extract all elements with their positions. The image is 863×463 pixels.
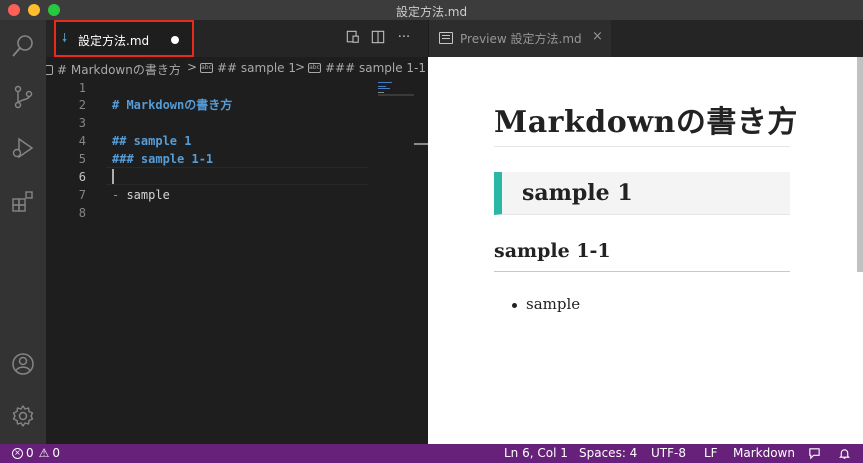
language-mode[interactable]: Markdown: [733, 446, 795, 461]
error-count: 0: [26, 446, 34, 460]
preview-heading-1: Markdownの書き方: [494, 105, 798, 140]
code-text: # Markdownの書き方: [112, 98, 233, 112]
code-line: 5 ### sample 1-1: [46, 150, 376, 168]
symbol-icon: abc: [308, 63, 321, 73]
settings-gear-icon[interactable]: [9, 402, 37, 430]
minimap[interactable]: [376, 79, 416, 109]
markdown-arrow-icon: 🠗: [62, 31, 68, 45]
code-editor[interactable]: 1 2 # Markdownの書き方 3 4 ## sample 1 5 ###…: [46, 79, 428, 444]
breadcrumb-item-h3[interactable]: abc ### sample 1-1: [308, 61, 426, 75]
preview-tab-label: Preview 設定方法.md: [460, 32, 582, 46]
code-text: - sample: [112, 186, 170, 204]
markdown-preview: Markdownの書き方 sample 1 sample 1-1 sample: [428, 57, 863, 444]
unsaved-dot-icon[interactable]: [171, 36, 179, 44]
code-line: 4 ## sample 1: [46, 132, 376, 150]
run-debug-icon[interactable]: [9, 134, 37, 162]
indentation-setting[interactable]: Spaces: 4: [579, 446, 637, 461]
heading-3-divider: [494, 271, 790, 272]
editor-tab-bar: 🠗 設定方法.md ···: [46, 20, 428, 57]
eol-setting[interactable]: LF: [704, 446, 718, 461]
line-number: 2: [78, 98, 86, 112]
vscode-window: 設定方法.md 🠗 設定方法.md ··· # Markdownの書き方 > a…: [0, 0, 863, 463]
status-bar: × 0 ⚠ 0 Ln 6, Col 1 Spaces: 4 UTF-8 LF M…: [0, 444, 863, 463]
heading-1-divider: [494, 146, 790, 147]
split-editor-icon[interactable]: [370, 30, 386, 46]
breadcrumb-item-h2[interactable]: abc ## sample 1: [200, 61, 296, 75]
error-icon: ×: [12, 448, 23, 459]
code-text: ### sample 1-1: [112, 152, 214, 166]
line-number: 1: [78, 81, 86, 95]
close-icon[interactable]: ×: [592, 29, 603, 44]
preview-heading-2: sample 1: [522, 180, 633, 206]
extensions-icon[interactable]: [9, 187, 37, 215]
preview-list-item: sample: [526, 295, 581, 313]
line-number: 6: [78, 170, 86, 184]
line-number: 5: [78, 152, 86, 166]
code-line: 8: [46, 204, 376, 222]
line-number: 8: [78, 206, 86, 220]
window-title: 設定方法.md: [395, 5, 468, 19]
overview-ruler-marker: [414, 143, 428, 145]
tab-settings-md[interactable]: 🠗 設定方法.md: [54, 20, 194, 57]
tab-preview[interactable]: Preview 設定方法.md ×: [428, 20, 611, 57]
search-icon[interactable]: [9, 32, 37, 60]
warning-count: 0: [52, 446, 61, 460]
account-icon[interactable]: [9, 350, 37, 378]
symbol-icon: [46, 64, 53, 75]
line-number: 7: [78, 188, 86, 202]
notifications-bell-icon[interactable]: [838, 447, 851, 463]
symbol-icon: abc: [200, 63, 213, 73]
feedback-icon[interactable]: [808, 447, 821, 463]
source-control-icon[interactable]: [9, 83, 37, 111]
code-line: 1: [46, 79, 376, 97]
code-line: 3: [46, 114, 376, 132]
breadcrumb-separator: >: [295, 60, 306, 74]
warning-icon: ⚠: [38, 446, 50, 460]
breadcrumb-item-h1[interactable]: # Markdownの書き方: [46, 61, 181, 78]
breadcrumb-separator: >: [187, 60, 198, 74]
problems-indicator[interactable]: × 0 ⚠ 0: [12, 446, 60, 461]
preview-scrollbar[interactable]: [857, 57, 863, 272]
line-number: 4: [78, 134, 86, 148]
preview-heading-2-block: sample 1: [494, 172, 790, 215]
preview-icon: [439, 32, 453, 44]
activity-bar: [0, 20, 46, 444]
open-preview-to-side-icon[interactable]: [345, 30, 361, 46]
bullet-icon: [512, 303, 517, 308]
tab-label: 設定方法.md: [78, 34, 150, 48]
title-bar: 設定方法.md: [0, 0, 863, 20]
code-line: 2 # Markdownの書き方: [46, 96, 376, 114]
encoding-setting[interactable]: UTF-8: [651, 446, 686, 461]
breadcrumb: # Markdownの書き方 > abc ## sample 1 > abc ###…: [46, 57, 428, 79]
text-cursor: [112, 169, 114, 184]
cursor-position[interactable]: Ln 6, Col 1: [504, 446, 568, 461]
preview-tab-bar: Preview 設定方法.md ×: [428, 20, 863, 57]
more-actions-button[interactable]: ···: [396, 30, 412, 46]
code-text: ## sample 1: [112, 134, 192, 148]
line-number: 3: [78, 116, 86, 130]
list-text: sample: [119, 188, 170, 202]
code-line: 7 - sample: [46, 186, 376, 204]
code-line: 6: [46, 168, 376, 186]
preview-heading-3: sample 1-1: [494, 240, 611, 262]
